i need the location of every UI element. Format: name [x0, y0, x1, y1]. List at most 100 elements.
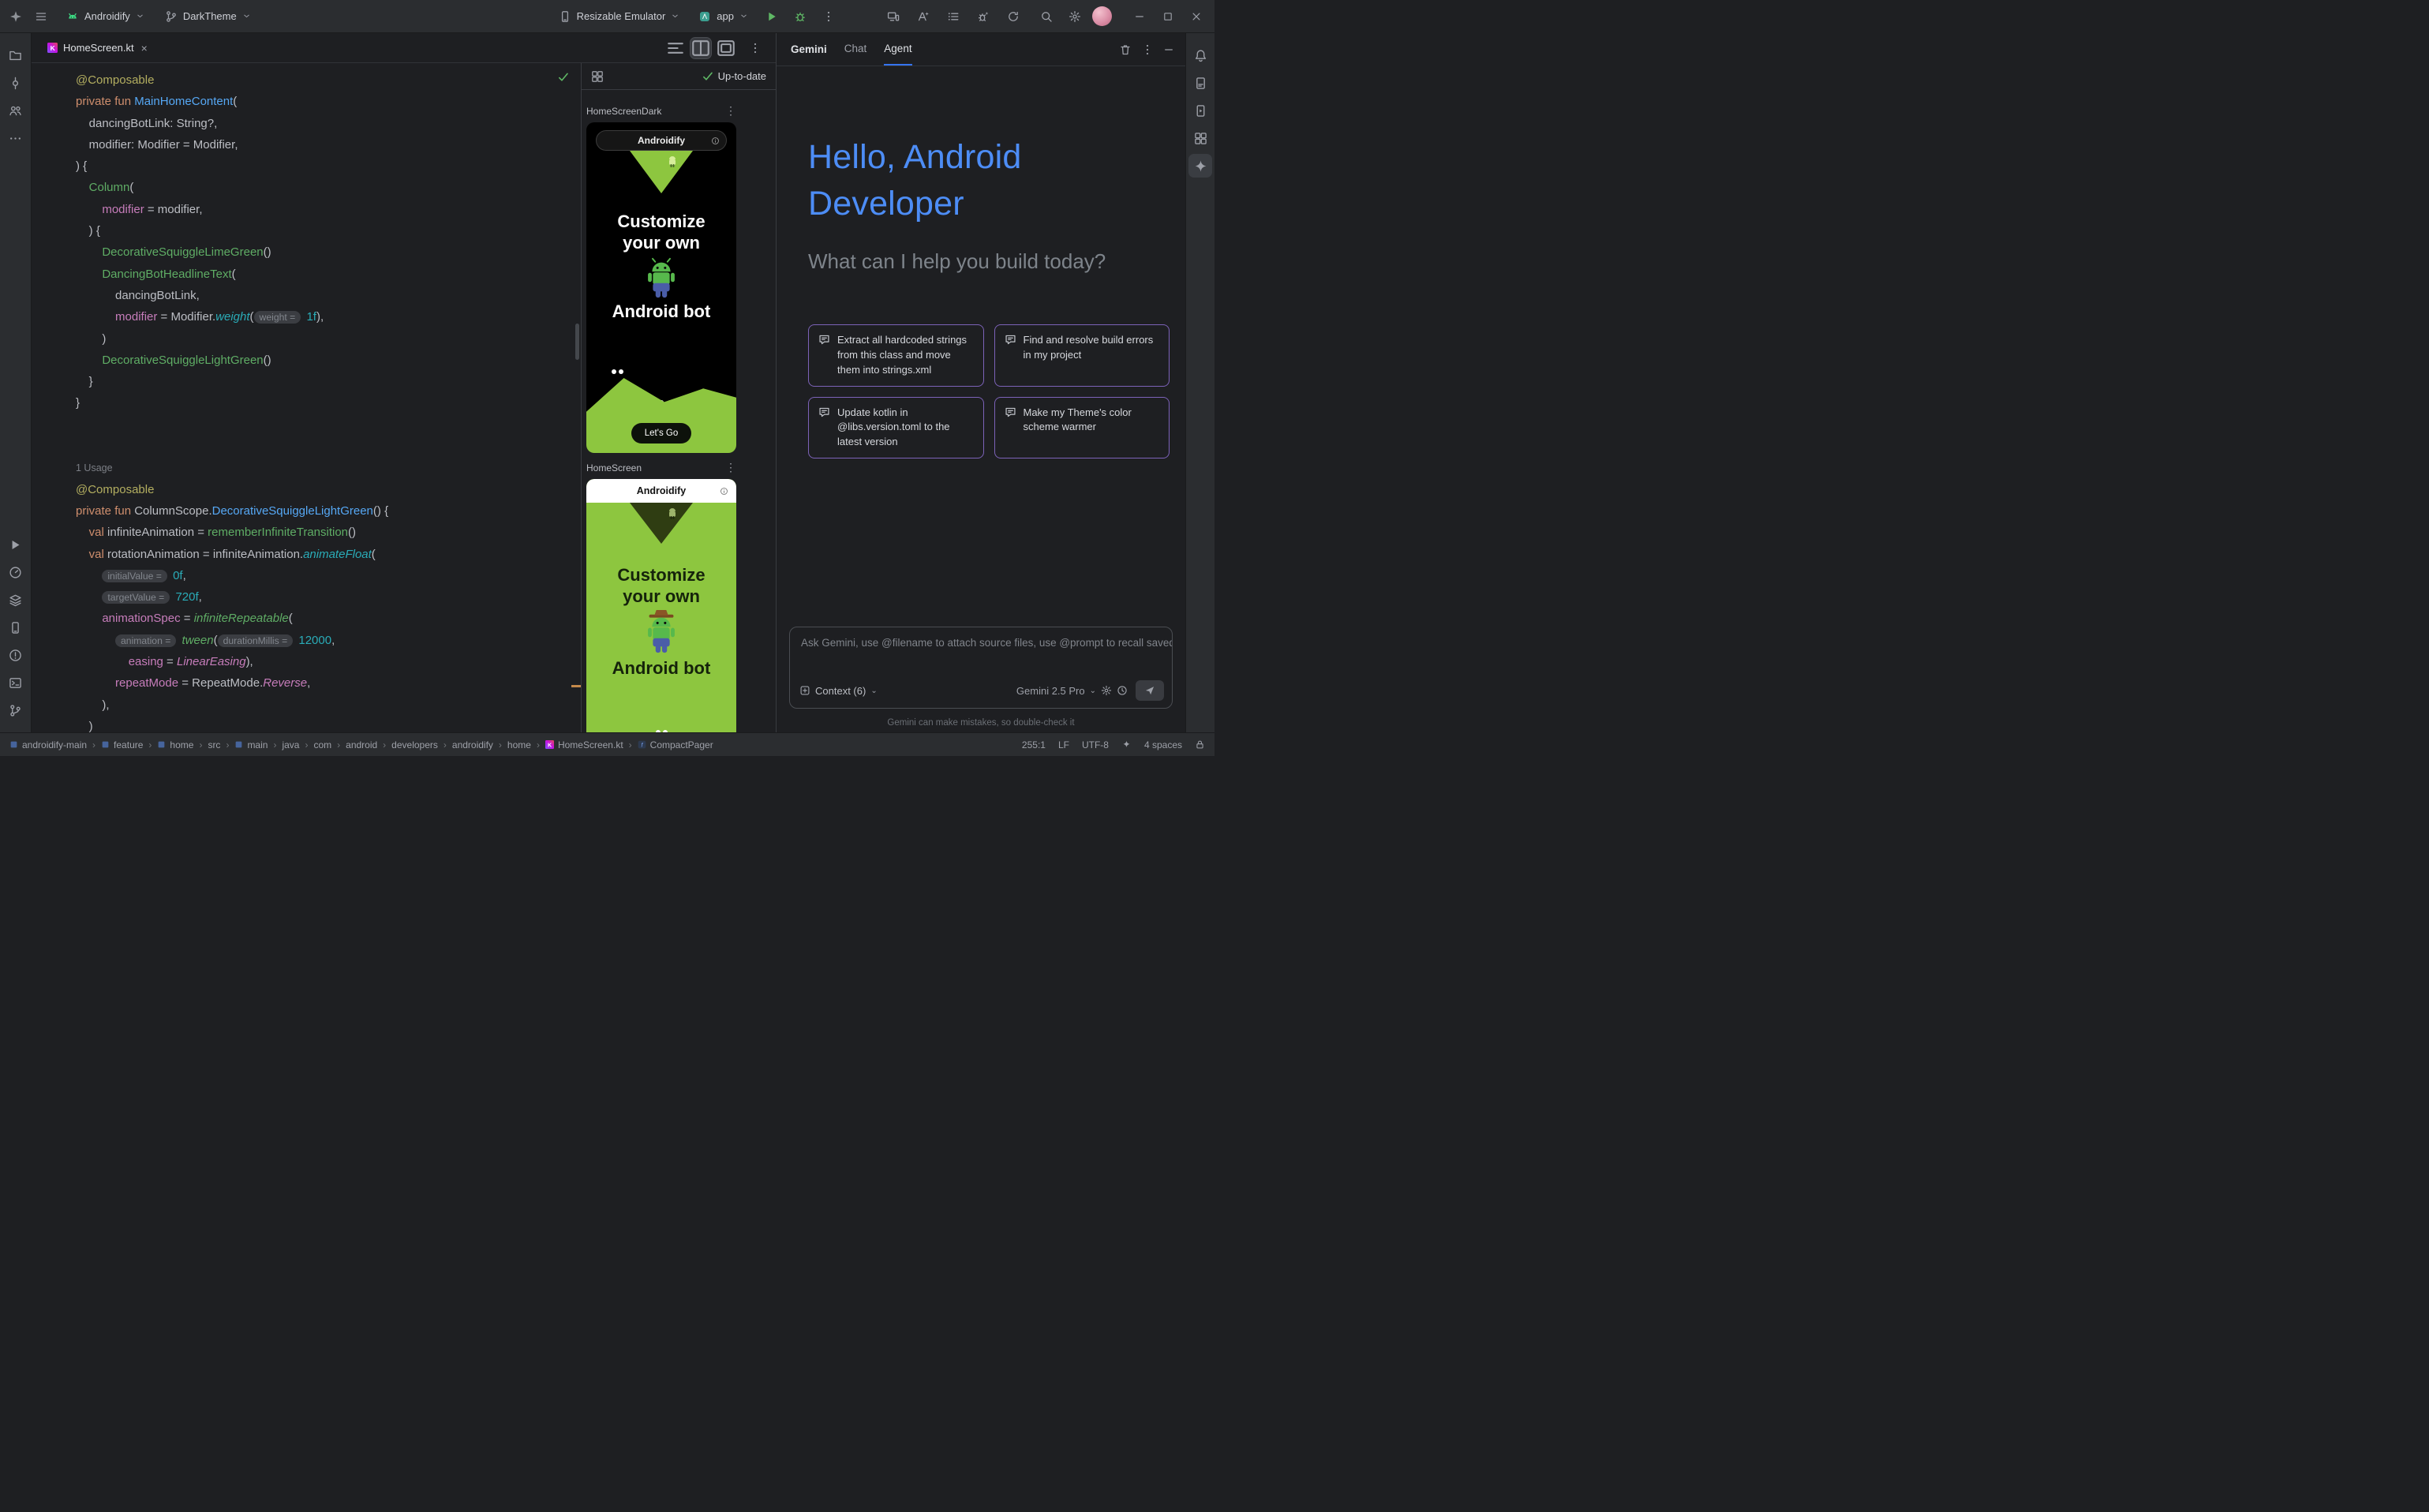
breadcrumb-item[interactable]: KHomeScreen.kt: [545, 739, 623, 750]
code-token: (: [214, 634, 218, 647]
send-button[interactable]: [1136, 680, 1164, 701]
indent-setting[interactable]: 4 spaces: [1144, 739, 1182, 750]
commit-tool-button[interactable]: [4, 71, 28, 95]
editor-scrollbar[interactable]: [575, 324, 579, 360]
run-tool-button[interactable]: [4, 533, 28, 556]
breadcrumb-item[interactable]: feature: [101, 739, 143, 750]
send-icon: [1144, 685, 1155, 696]
caret-position[interactable]: 255:1: [1022, 739, 1046, 750]
minimize-button[interactable]: [1126, 5, 1153, 28]
ai-actions-button[interactable]: [914, 6, 933, 28]
history-button[interactable]: [1117, 685, 1128, 696]
lets-go-button[interactable]: Let's Go: [631, 423, 691, 443]
version-control-tool-button[interactable]: [4, 698, 28, 722]
preview-menu-icon[interactable]: ⋮: [725, 104, 736, 118]
usages-hint[interactable]: 1 Usage: [76, 462, 113, 473]
view-design-button[interactable]: [716, 38, 736, 58]
more-tool-windows-icon: [9, 132, 22, 145]
editor-options-button[interactable]: [749, 42, 762, 54]
code-token: (: [129, 181, 133, 194]
suggestion-card[interactable]: Extract all hardcoded strings from this …: [808, 324, 984, 387]
model-selector[interactable]: Gemini 2.5 Pro: [1016, 685, 1085, 697]
gemini-input[interactable]: Ask Gemini, use @filename to attach sour…: [790, 627, 1172, 658]
device-manager-tool-button[interactable]: [4, 616, 28, 639]
project-selector[interactable]: Androidify: [60, 7, 151, 26]
branch-selector[interactable]: DarkTheme: [159, 7, 257, 26]
breadcrumb-item[interactable]: src: [208, 739, 220, 750]
maximize-button[interactable]: [1155, 5, 1181, 28]
code-token: animateFloat: [303, 548, 372, 561]
compose-preview-homescreen[interactable]: Androidify Customize your own: [586, 479, 736, 732]
profiler-tool-button[interactable]: [4, 560, 28, 584]
preview-app-bar: Androidify: [596, 130, 727, 151]
breadcrumb-label: androidify-main: [22, 739, 87, 750]
running-devices-tool-button[interactable]: [1188, 99, 1212, 122]
notifications-tool-button[interactable]: [1188, 43, 1212, 67]
device-selector[interactable]: Resizable Emulator: [552, 7, 687, 26]
resource-manager-tool-button[interactable]: [1188, 126, 1212, 150]
suggestion-card[interactable]: Find and resolve build errors in my proj…: [994, 324, 1170, 387]
read-only-lock-icon[interactable]: [1195, 739, 1205, 750]
breadcrumb-item[interactable]: developers: [391, 739, 438, 750]
run-button[interactable]: [761, 6, 783, 28]
line-separator[interactable]: LF: [1058, 739, 1069, 750]
code-editor[interactable]: @Composableprivate fun MainHomeContent( …: [32, 63, 581, 732]
clear-chat-button[interactable]: [1119, 43, 1132, 56]
breadcrumb-item[interactable]: fCompactPager: [638, 739, 713, 750]
breadcrumb-item[interactable]: java: [282, 739, 299, 750]
gemini-settings-button[interactable]: [1101, 685, 1112, 696]
device-mirroring-button[interactable]: [884, 6, 903, 28]
code-token: [76, 634, 115, 647]
file-encoding[interactable]: UTF-8: [1082, 739, 1109, 750]
gemini-input-box[interactable]: Ask Gemini, use @filename to attach sour…: [789, 627, 1173, 709]
breadcrumb-item[interactable]: main: [234, 739, 268, 750]
inspections-ok-icon[interactable]: [557, 71, 570, 84]
project-name: Androidify: [84, 10, 130, 22]
view-split-button[interactable]: [691, 38, 711, 58]
device-name: Resizable Emulator: [577, 10, 666, 22]
tab-close-icon[interactable]: ×: [141, 42, 148, 54]
panel-options-button[interactable]: [1141, 43, 1154, 56]
gemini-tool-button[interactable]: [1188, 154, 1212, 178]
suggestion-card[interactable]: Make my Theme's color scheme warmer: [994, 397, 1170, 459]
ai-sparkle-icon[interactable]: [1121, 739, 1132, 750]
breadcrumb-item[interactable]: androidify-main: [9, 739, 87, 750]
code-line: DecorativeSquiggleLimeGreen(): [76, 241, 581, 263]
tab-agent[interactable]: Agent: [884, 33, 911, 65]
breadcrumb-item[interactable]: com: [313, 739, 331, 750]
editor-tab-homescreen[interactable]: K HomeScreen.kt ×: [39, 33, 155, 62]
more-run-actions-button[interactable]: [818, 6, 840, 28]
main-menu-button[interactable]: [30, 6, 52, 28]
breadcrumb-item[interactable]: androidify: [452, 739, 493, 750]
greeting-subtitle: What can I help you build today?: [808, 249, 1185, 274]
search-everywhere-button[interactable]: [1035, 6, 1057, 28]
breadcrumb-item[interactable]: home: [507, 739, 531, 750]
terminal-tool-button[interactable]: [4, 671, 28, 694]
project-tool-button[interactable]: [4, 43, 28, 67]
pull-requests-tool-button[interactable]: [4, 99, 28, 122]
close-button[interactable]: [1183, 5, 1210, 28]
task-list-button[interactable]: [944, 6, 963, 28]
view-code-button[interactable]: [665, 38, 686, 58]
ai-debug-button[interactable]: [974, 6, 993, 28]
debug-button[interactable]: [789, 6, 811, 28]
tab-chat[interactable]: Chat: [844, 33, 867, 65]
context-button[interactable]: Context (6): [815, 685, 866, 697]
preview-menu-icon[interactable]: ⋮: [725, 461, 736, 474]
more-tool-windows-tool-button[interactable]: [4, 126, 28, 150]
breadcrumb-item[interactable]: android: [346, 739, 377, 750]
user-avatar[interactable]: [1092, 6, 1112, 26]
settings-button[interactable]: [1064, 6, 1086, 28]
suggestion-card[interactable]: Update kotlin in @libs.version.toml to t…: [808, 397, 984, 459]
hide-panel-button[interactable]: [1163, 44, 1174, 55]
device-explorer-tool-button[interactable]: [1188, 71, 1212, 95]
compose-preview-homescreendark[interactable]: Androidify Customize your own: [586, 122, 736, 453]
sync-button[interactable]: [1004, 6, 1023, 28]
preview-layout-icon[interactable]: [591, 70, 604, 83]
context-attach-icon[interactable]: [799, 685, 810, 696]
breadcrumb-item[interactable]: home: [157, 739, 193, 750]
chevron-down-icon: [242, 12, 251, 21]
app-levels-tool-button[interactable]: [4, 588, 28, 612]
problems-tool-button[interactable]: [4, 643, 28, 667]
run-configuration-selector[interactable]: app: [692, 7, 754, 26]
